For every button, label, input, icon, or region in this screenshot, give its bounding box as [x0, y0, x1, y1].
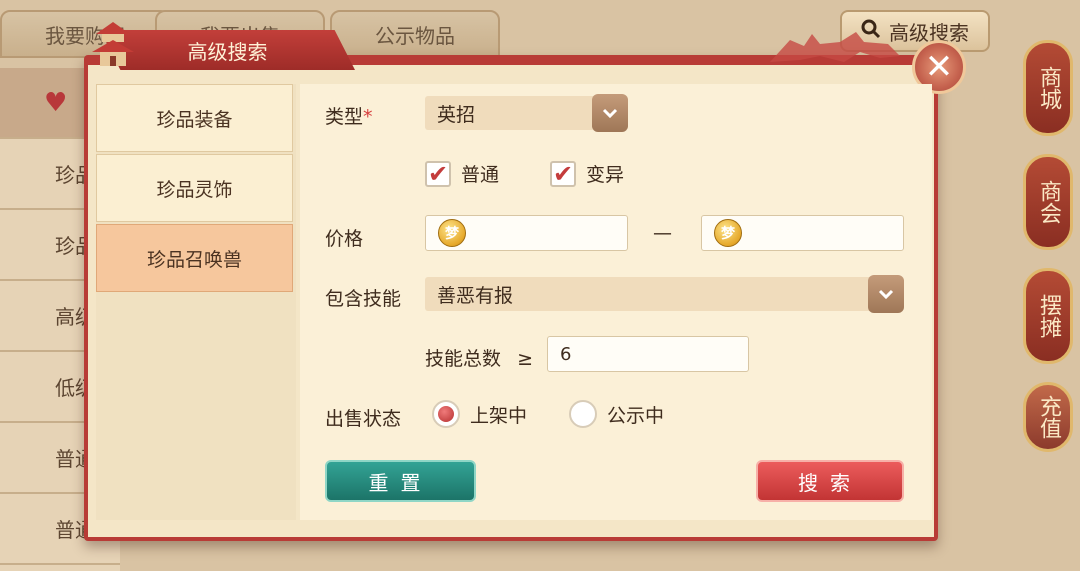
- skill-count-label: 技能总数 ≥: [425, 348, 533, 370]
- side-nav: 商城 商会 摆摊 充值: [1020, 40, 1076, 470]
- checkmark-icon[interactable]: ✔: [425, 160, 451, 187]
- greater-equal-sign: ≥: [517, 348, 533, 370]
- skill-count-input[interactable]: 6: [547, 336, 749, 372]
- coin-icon: 梦: [714, 219, 742, 247]
- required-mark: *: [363, 106, 373, 128]
- checkmark-icon[interactable]: ✔: [550, 160, 576, 187]
- search-form: 类型* 英招 ✔ 普通 ✔ 变异 价格 梦 — 梦 包含技能 善恶有报 技能总数…: [300, 84, 932, 520]
- skill-label: 包含技能: [325, 288, 402, 310]
- price-min-input[interactable]: 梦: [425, 215, 628, 251]
- category-rare-ornament[interactable]: 珍品灵饰: [96, 154, 293, 222]
- side-nav-stall[interactable]: 摆摊: [1023, 268, 1073, 364]
- radio-selected-icon: [438, 406, 454, 422]
- pagoda-icon: [92, 22, 134, 66]
- category-panel: 珍品装备 珍品灵饰 珍品召唤兽: [96, 84, 296, 520]
- side-nav-recharge[interactable]: 充值: [1023, 382, 1073, 452]
- category-rare-summon[interactable]: 珍品召唤兽: [96, 224, 293, 292]
- search-button[interactable]: 搜索: [756, 460, 904, 502]
- tab-public[interactable]: 公示物品: [330, 10, 500, 58]
- status-label: 出售状态: [325, 408, 402, 430]
- type-select[interactable]: 英招: [425, 94, 628, 132]
- horse-decoration-icon: [770, 32, 900, 62]
- type-label: 类型*: [325, 106, 373, 128]
- coin-icon: 梦: [438, 219, 466, 247]
- side-nav-guild[interactable]: 商会: [1023, 154, 1073, 250]
- chevron-down-icon[interactable]: [868, 275, 904, 313]
- heart-icon: ♥: [44, 87, 68, 118]
- radio-public[interactable]: 公示中: [569, 400, 664, 428]
- chevron-down-icon[interactable]: [592, 94, 628, 132]
- dialog-title: 高级搜索: [100, 30, 355, 70]
- category-rare-equipment[interactable]: 珍品装备: [96, 84, 293, 152]
- checkbox-normal[interactable]: ✔ 普通: [425, 160, 499, 187]
- skill-select[interactable]: 善恶有报: [425, 275, 904, 313]
- radio-on-sale[interactable]: 上架中: [432, 400, 527, 428]
- price-separator: —: [653, 222, 672, 244]
- side-nav-mall[interactable]: 商城: [1023, 40, 1073, 136]
- reset-button[interactable]: 重置: [325, 460, 476, 502]
- close-icon: ✕: [924, 47, 954, 87]
- price-label: 价格: [325, 228, 364, 250]
- price-max-input[interactable]: 梦: [701, 215, 904, 251]
- checkbox-mutant[interactable]: ✔ 变异: [550, 160, 624, 187]
